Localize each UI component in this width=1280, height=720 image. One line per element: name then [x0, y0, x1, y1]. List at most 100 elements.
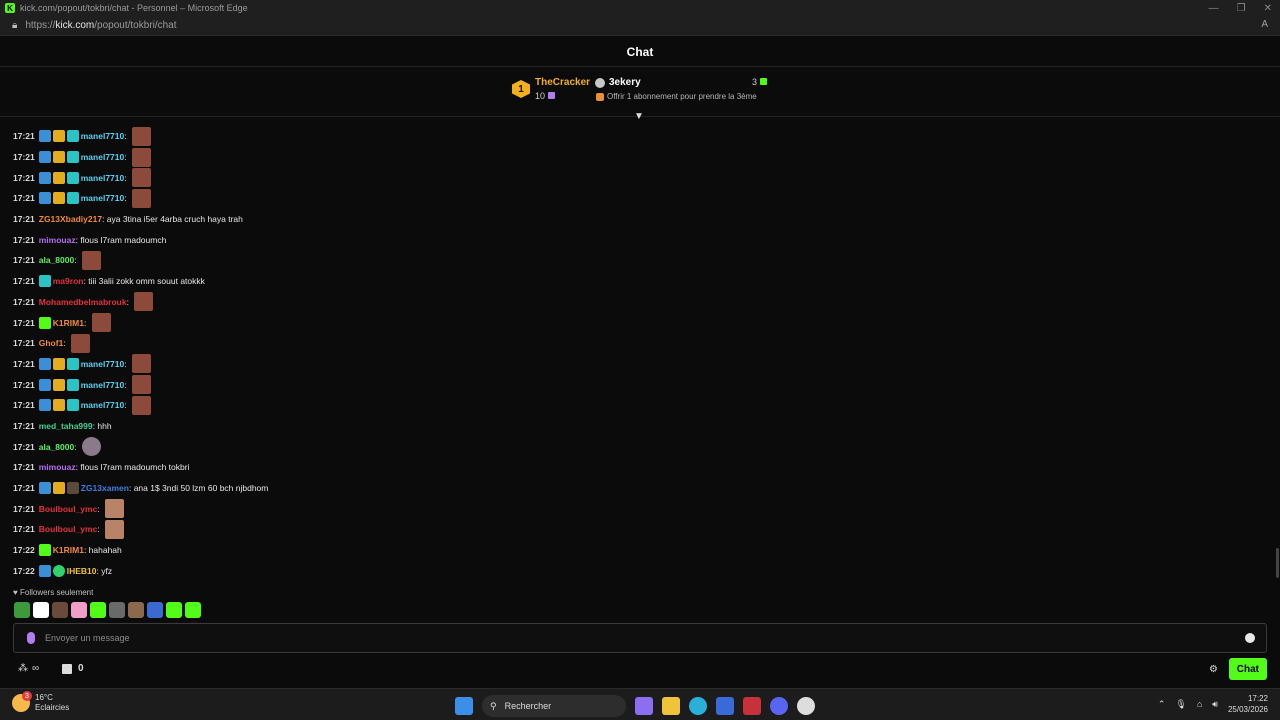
- message-username[interactable]: mimouaz: [39, 462, 76, 472]
- emote-icon[interactable]: [105, 499, 125, 519]
- message-username[interactable]: manel7710: [81, 131, 124, 141]
- message-username[interactable]: med_taha999: [39, 421, 93, 431]
- clock[interactable]: 17:22 25/03/2026: [1228, 693, 1268, 715]
- emoji-picker-icon[interactable]: [1245, 633, 1255, 643]
- message-timestamp: 17:21: [13, 400, 35, 411]
- volume-icon[interactable]: 🔊︎: [1212, 699, 1218, 710]
- offer-sub-cta[interactable]: Offrir 1 abonnement pour prendre la 3ème: [596, 92, 757, 101]
- blue-badge-icon: [38, 399, 51, 412]
- message-username[interactable]: Boulboul_ymc: [39, 524, 98, 534]
- emote-icon[interactable]: [131, 188, 151, 208]
- close-icon[interactable]: ✕: [1264, 3, 1272, 14]
- store-button[interactable]: 0: [62, 663, 84, 674]
- emote-icon[interactable]: [131, 147, 151, 167]
- acrobat-icon[interactable]: [743, 697, 761, 715]
- discord-icon[interactable]: [770, 697, 788, 715]
- message-username[interactable]: manel7710: [81, 359, 124, 369]
- emote-icon[interactable]: [105, 519, 125, 539]
- chat-header: Chat: [0, 37, 1280, 67]
- weather-widget[interactable]: 3 16°C Eclaircies: [12, 691, 69, 713]
- restore-icon[interactable]: ❐: [1237, 3, 1246, 14]
- windows-start-icon[interactable]: [455, 697, 473, 715]
- user-icon: [595, 78, 605, 88]
- message-input-box[interactable]: [13, 623, 1267, 653]
- chat-scrollbar[interactable]: [1276, 548, 1279, 578]
- app-icon[interactable]: [797, 697, 815, 715]
- network-icon[interactable]: ⌂: [1197, 699, 1202, 709]
- message-username[interactable]: manel7710: [81, 400, 124, 410]
- message-username[interactable]: ma9ron: [53, 276, 84, 286]
- chat-message: 17:21 ma9ron: tiii 3alii zokk omm souut a…: [13, 275, 205, 288]
- quick-emote-icon[interactable]: [109, 602, 125, 618]
- collapse-chevron-icon[interactable]: ▼: [634, 111, 644, 122]
- message-input[interactable]: [45, 633, 1245, 643]
- quick-emote-icon[interactable]: [90, 602, 106, 618]
- quick-emote-icon[interactable]: [14, 602, 30, 618]
- read-aloud-icon[interactable]: A: [1261, 19, 1268, 30]
- message-text: flous l7ram madoumch: [80, 234, 167, 245]
- message-timestamp: 17:21: [13, 193, 35, 204]
- emote-icon[interactable]: [131, 126, 151, 146]
- message-username[interactable]: ala_8000: [39, 442, 74, 452]
- quick-emote-icon[interactable]: [52, 602, 68, 618]
- message-username[interactable]: K1RIM1: [53, 545, 84, 555]
- url-path: /popout/tokbri/chat: [94, 20, 177, 31]
- microphone-icon[interactable]: [27, 632, 35, 644]
- message-username[interactable]: ala_8000: [39, 255, 74, 265]
- quick-emote-icon[interactable]: [166, 602, 182, 618]
- emote-icon[interactable]: [131, 395, 151, 415]
- teal-badge-icon: [66, 378, 79, 391]
- crown-badge-icon: [52, 399, 65, 412]
- emote-icon[interactable]: [134, 292, 154, 312]
- message-username[interactable]: manel7710: [81, 380, 124, 390]
- message-username[interactable]: K1RIM1: [53, 318, 84, 328]
- microsoft-store-icon[interactable]: [716, 697, 734, 715]
- quick-emote-icon[interactable]: [185, 602, 201, 618]
- minimize-icon[interactable]: —: [1209, 3, 1219, 14]
- message-username[interactable]: manel7710: [81, 193, 124, 203]
- chat-message: 17:21 manel7710:: [13, 374, 1253, 395]
- file-explorer-icon[interactable]: [662, 697, 680, 715]
- message-username[interactable]: manel7710: [81, 173, 124, 183]
- message-username[interactable]: IHEB10: [67, 566, 97, 576]
- message-username[interactable]: ZG13xamen: [81, 483, 129, 493]
- teal-badge-icon: [66, 357, 79, 370]
- edge-browser-icon[interactable]: [689, 697, 707, 715]
- taskbar-search[interactable]: ⚲ Rechercher: [482, 695, 626, 717]
- emote-icon[interactable]: [71, 333, 91, 353]
- gift-icon: [760, 78, 768, 85]
- url-prefix: https://: [25, 20, 56, 31]
- quick-emote-icon[interactable]: [128, 602, 144, 618]
- message-username[interactable]: ZG13Xbadiy217: [39, 214, 102, 224]
- address-bar[interactable]: 🔒︎ https://kick.com/popout/tokbri/chat A: [0, 16, 1280, 36]
- emote-icon[interactable]: [81, 437, 101, 457]
- lock-icon[interactable]: 🔒︎: [12, 20, 17, 31]
- crown-badge-icon: [52, 378, 65, 391]
- send-chat-button[interactable]: Chat: [1228, 658, 1267, 680]
- emote-icon[interactable]: [81, 250, 101, 270]
- blue-badge-icon: [38, 171, 51, 184]
- copilot-icon[interactable]: [635, 697, 653, 715]
- quick-emote-icon[interactable]: [71, 602, 87, 618]
- chevron-up-icon[interactable]: ⌃: [1158, 699, 1166, 710]
- quick-emote-icon[interactable]: [147, 602, 163, 618]
- emote-icon[interactable]: [91, 313, 111, 333]
- emote-icon[interactable]: [131, 354, 151, 374]
- message-username[interactable]: manel7710: [81, 152, 124, 162]
- blue-badge-icon: [38, 564, 51, 577]
- microphone-tray-icon[interactable]: 🎙︎: [1175, 699, 1186, 710]
- message-timestamp: 17:21: [13, 296, 35, 307]
- top-gifter-name[interactable]: TheCracker: [535, 77, 590, 88]
- message-text: ana 1$ 3ndi 50 lzm 60 bch njbdhom: [133, 483, 269, 494]
- message-username[interactable]: Ghof1: [39, 338, 64, 348]
- message-username[interactable]: Mohamedbelmabrouk: [39, 297, 127, 307]
- settings-gear-icon[interactable]: ⚙: [1209, 664, 1218, 675]
- quick-emote-icon[interactable]: [33, 602, 49, 618]
- emote-icon[interactable]: [131, 168, 151, 188]
- message-username[interactable]: mimouaz: [39, 235, 76, 245]
- offer-text: Offrir 1 abonnement pour prendre la 3ème: [607, 92, 757, 101]
- second-gifter-name[interactable]: 3ekery: [609, 77, 641, 88]
- emote-icon[interactable]: [131, 375, 151, 395]
- channel-points[interactable]: ⁂ ∞: [18, 663, 39, 674]
- message-username[interactable]: Boulboul_ymc: [39, 504, 98, 514]
